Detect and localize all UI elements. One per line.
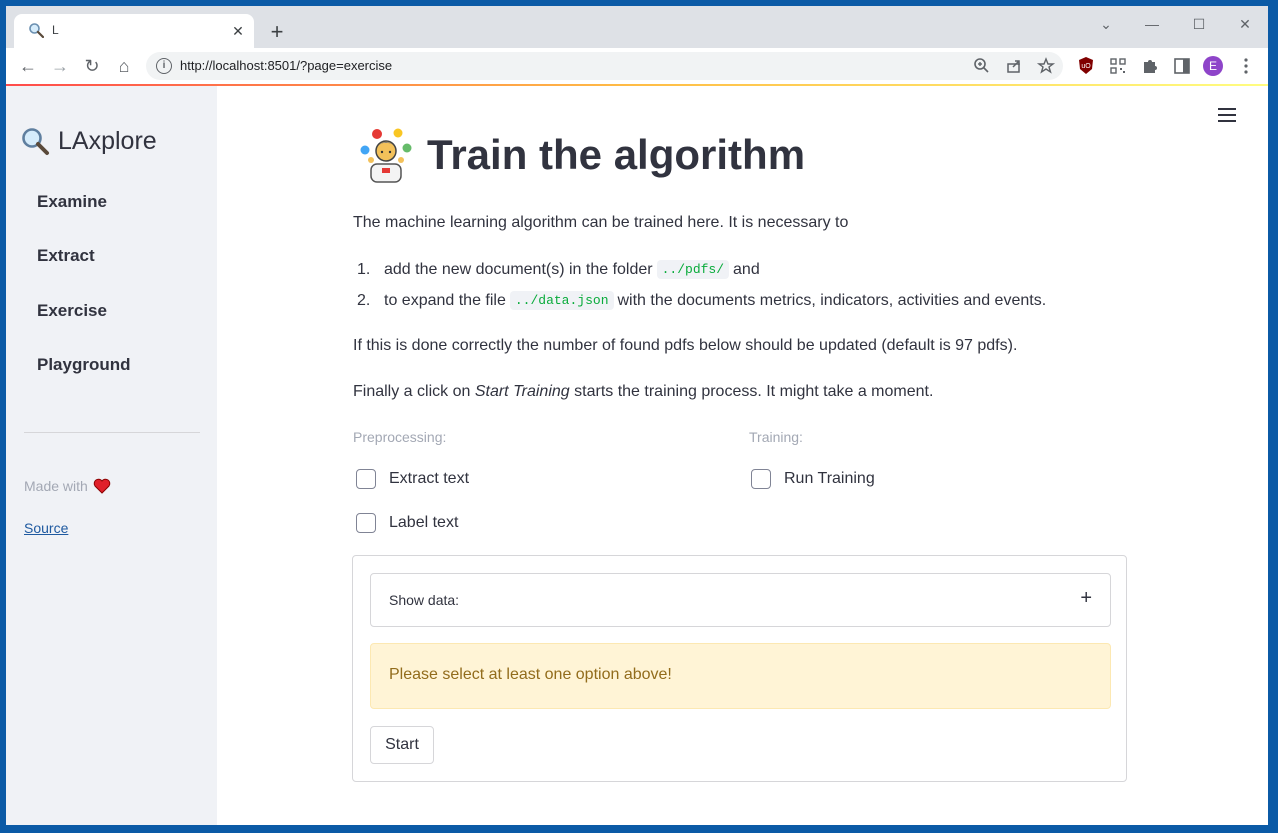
list-item: 1. add the new document(s) in the folder…	[357, 260, 760, 279]
run-training-checkbox-row[interactable]: Run Training	[751, 469, 875, 489]
sidebar-item-exercise[interactable]: Exercise	[37, 301, 107, 321]
maximize-button[interactable]: ☐	[1179, 12, 1219, 36]
expander-label[interactable]: Show data:	[389, 592, 459, 608]
label-text-label[interactable]: Label text	[389, 514, 458, 532]
juggler-emoji-icon	[360, 128, 412, 183]
extensions-puzzle-icon[interactable]	[1138, 54, 1162, 78]
finally-text-end: starts the training process. It might ta…	[574, 383, 934, 400]
sidebar-item-examine[interactable]: Examine	[37, 192, 107, 212]
hamburger-menu-icon[interactable]	[1218, 108, 1236, 124]
magnifier-icon	[22, 128, 49, 155]
browser-toolbar: ← → ↻ ⌂ i http://localhost:8501/?page=ex…	[6, 48, 1268, 84]
back-icon[interactable]: ←	[16, 54, 40, 78]
start-button[interactable]: Start	[370, 726, 434, 764]
list-number: 2.	[357, 291, 371, 309]
preprocessing-label: Preprocessing:	[353, 429, 447, 445]
list-item: 2. to expand the file ../data.json with …	[357, 291, 1046, 310]
tab-search-icon[interactable]: ⌄	[1086, 12, 1126, 36]
inline-code: ../pdfs/	[656, 260, 730, 279]
list-number: 1.	[357, 260, 371, 278]
tab-close-icon[interactable]: ✕	[228, 21, 248, 41]
sidebar-brand: LAxplore	[20, 126, 157, 156]
list-text: with the documents metrics, indicators, …	[617, 291, 1047, 309]
sidebar: LAxplore Examine Extract Exercise Playgr…	[6, 86, 217, 825]
show-data-expander[interactable]: Show data: +	[370, 573, 1111, 627]
bookmark-star-icon[interactable]	[1036, 56, 1056, 76]
main-content: Train the algorithm The machine learning…	[217, 86, 1268, 825]
address-bar[interactable]: i http://localhost:8501/?page=exercise	[146, 52, 1063, 80]
browser-tab[interactable]: L ✕	[14, 14, 254, 48]
new-tab-button[interactable]: +	[265, 21, 289, 45]
finally-text-start: Finally a click on	[353, 383, 471, 400]
reload-icon[interactable]: ↻	[80, 54, 104, 78]
form-container: Show data: + Please select at least one …	[352, 555, 1127, 782]
more-options-icon[interactable]	[1234, 54, 1258, 78]
ublock-icon[interactable]: uO	[1074, 54, 1098, 78]
url-text[interactable]: http://localhost:8501/?page=exercise	[180, 58, 392, 73]
side-panel-icon[interactable]	[1170, 54, 1194, 78]
share-icon[interactable]	[1004, 56, 1024, 76]
sidebar-title: LAxplore	[58, 126, 157, 155]
run-training-checkbox[interactable]	[751, 469, 771, 489]
intro-paragraph: The machine learning algorithm can be tr…	[353, 214, 849, 231]
magnifier-icon	[29, 23, 44, 38]
svg-text:uO: uO	[1081, 63, 1091, 70]
page-title: Train the algorithm	[357, 126, 805, 184]
expand-plus-icon[interactable]: +	[1080, 588, 1092, 608]
training-label: Training:	[749, 429, 803, 445]
warning-text: Please select at least one option above!	[389, 666, 672, 683]
run-training-label[interactable]: Run Training	[784, 470, 875, 488]
heart-icon	[93, 478, 111, 494]
tab-title: L	[52, 23, 59, 37]
site-info-icon[interactable]: i	[156, 58, 172, 74]
list-text: to expand the file	[384, 291, 506, 309]
sidebar-item-extract[interactable]: Extract	[37, 246, 95, 266]
qr-code-icon[interactable]	[1106, 54, 1130, 78]
home-icon[interactable]: ⌂	[112, 54, 136, 78]
source-link[interactable]: Source	[24, 520, 68, 536]
sidebar-divider	[24, 432, 200, 433]
close-window-button[interactable]: ✕	[1225, 12, 1265, 36]
inline-code: ../data.json	[509, 291, 614, 310]
page-title-text: Train the algorithm	[427, 131, 806, 178]
made-with-text: Made with	[24, 478, 88, 494]
extract-text-label[interactable]: Extract text	[389, 470, 469, 488]
list-text: and	[733, 260, 760, 278]
profile-avatar[interactable]: E	[1203, 56, 1223, 76]
forward-icon[interactable]: →	[48, 54, 72, 78]
finally-emphasis: Start Training	[474, 383, 570, 400]
warning-alert: Please select at least one option above!	[370, 643, 1111, 709]
zoom-icon[interactable]	[972, 56, 992, 76]
list-text: add the new document(s) in the folder	[384, 260, 653, 278]
finally-paragraph: Finally a click on Start Training starts…	[353, 383, 933, 401]
tab-strip: L ✕ + ⌄ — ☐ ✕	[6, 6, 1268, 48]
label-text-checkbox[interactable]	[356, 513, 376, 533]
extract-text-checkbox[interactable]	[356, 469, 376, 489]
check-note-paragraph: If this is done correctly the number of …	[353, 337, 1018, 354]
minimize-button[interactable]: —	[1132, 12, 1172, 36]
label-text-checkbox-row[interactable]: Label text	[356, 513, 458, 533]
browser-window: L ✕ + ⌄ — ☐ ✕ ← → ↻ ⌂ i http://localhost…	[6, 6, 1268, 825]
sidebar-item-playground[interactable]: Playground	[37, 355, 131, 375]
extract-text-checkbox-row[interactable]: Extract text	[356, 469, 469, 489]
made-with-credit: Made with	[24, 478, 111, 494]
